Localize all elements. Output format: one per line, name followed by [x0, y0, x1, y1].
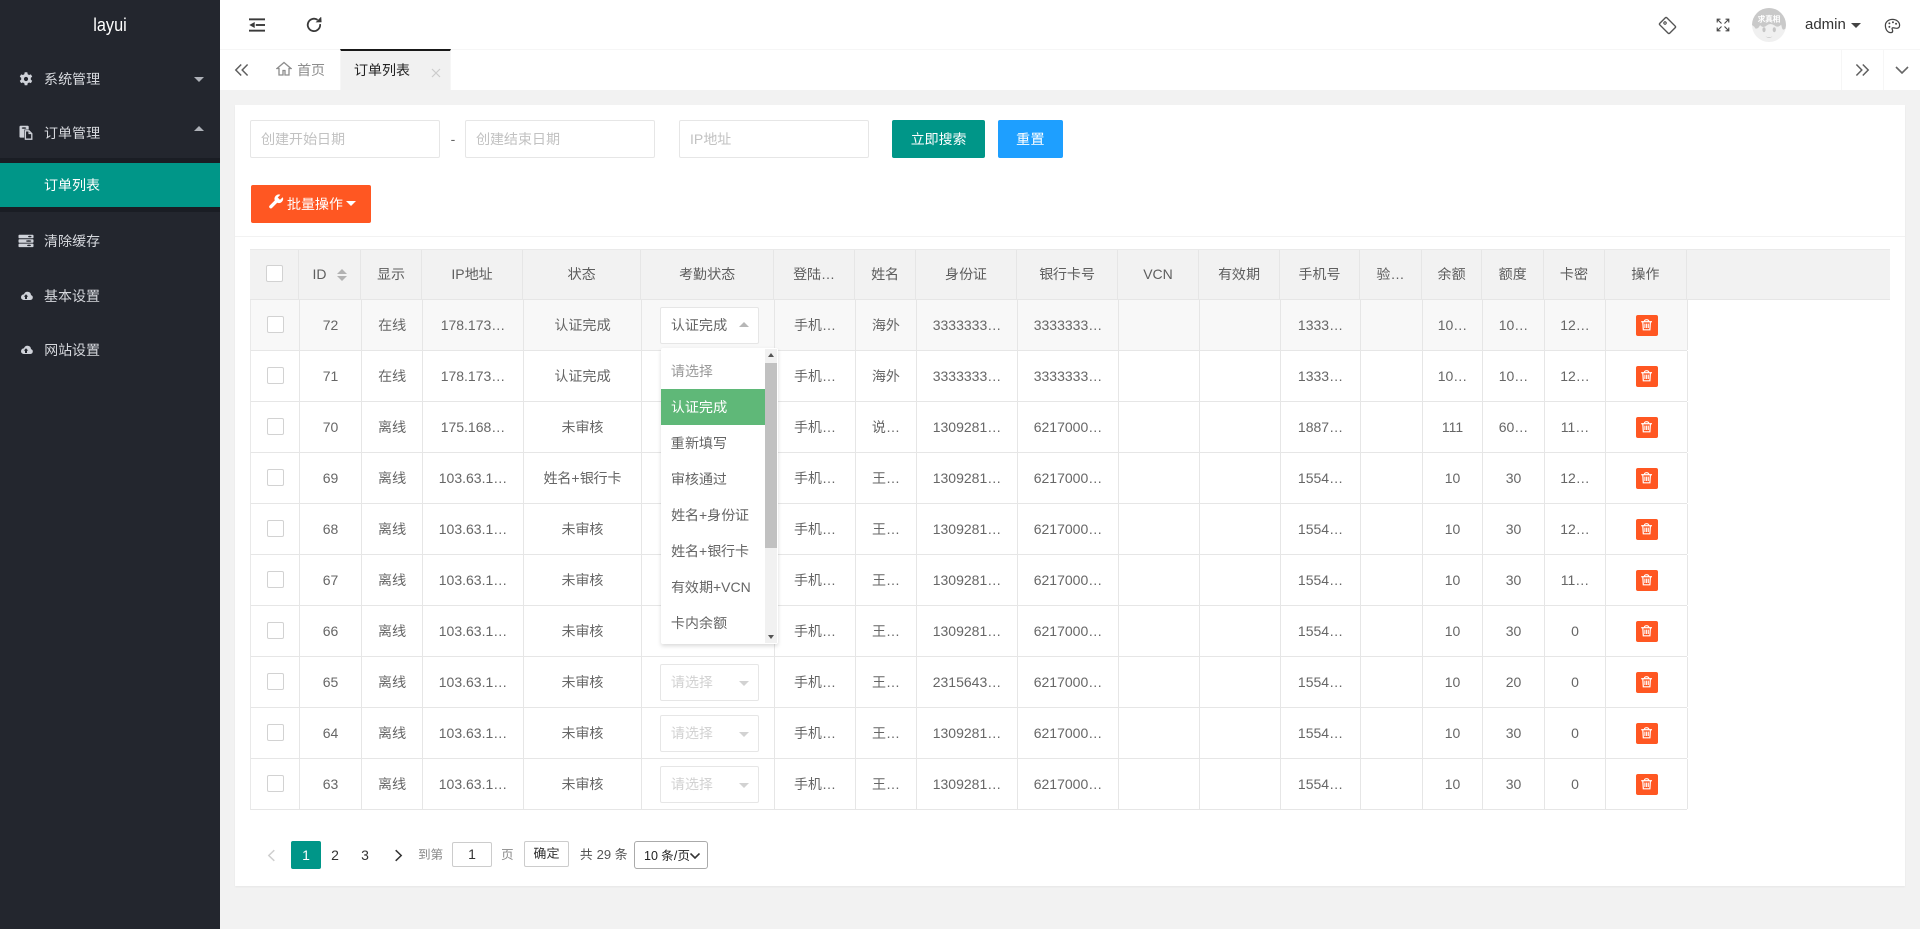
svg-text:求真相: 求真相 [1758, 14, 1781, 24]
